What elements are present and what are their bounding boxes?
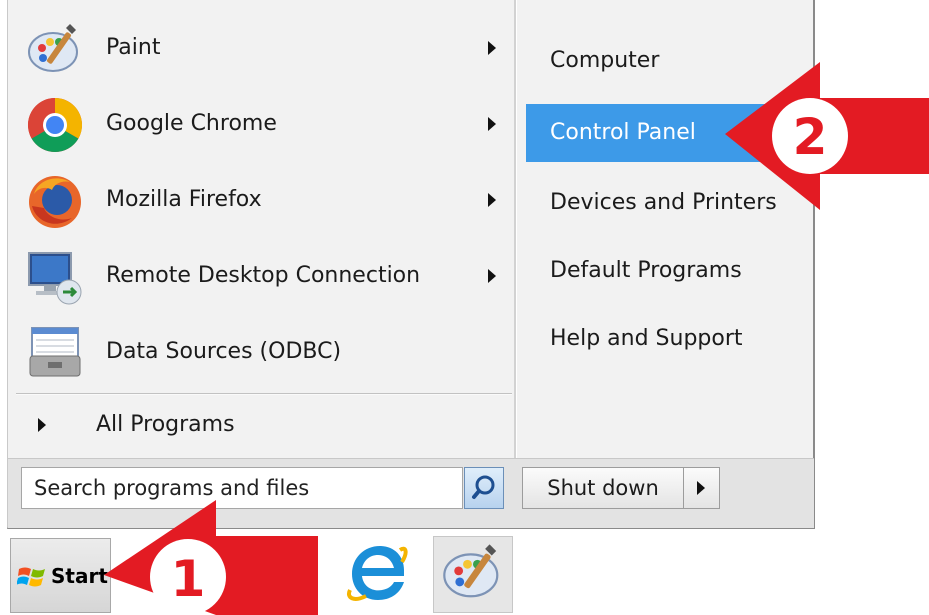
chevron-right-icon	[697, 481, 705, 495]
submenu-arrow-icon[interactable]	[488, 193, 496, 207]
program-label: Data Sources (ODBC)	[106, 339, 342, 364]
search-button[interactable]	[464, 467, 504, 509]
program-label: Mozilla Firefox	[106, 187, 262, 212]
divider	[16, 393, 512, 395]
program-item-paint[interactable]: Paint	[16, 12, 510, 84]
search-icon	[472, 475, 495, 499]
step-2-label: 2	[793, 108, 828, 166]
program-item-firefox[interactable]: Mozilla Firefox	[16, 164, 510, 236]
program-label: Remote Desktop Connection	[106, 263, 421, 288]
odbc-icon	[29, 327, 81, 377]
program-item-chrome[interactable]: Google Chrome	[16, 88, 510, 160]
shutdown-button[interactable]: Shut down	[522, 467, 684, 509]
remote-desktop-icon	[28, 252, 82, 305]
right-item-default-programs[interactable]: Default Programs	[526, 242, 800, 300]
start-button[interactable]: Start	[10, 538, 111, 613]
windows-logo-icon	[17, 567, 45, 587]
start-menu: Paint Google Chrome Mozilla Firefox Remo…	[7, 0, 815, 529]
expand-arrow-icon	[38, 418, 46, 432]
paint-icon	[28, 24, 78, 72]
shutdown-options-button[interactable]	[684, 467, 720, 509]
program-item-odbc[interactable]: Data Sources (ODBC)	[16, 316, 510, 388]
all-programs-label: All Programs	[96, 412, 235, 437]
submenu-arrow-icon[interactable]	[488, 41, 496, 55]
firefox-icon	[29, 176, 81, 228]
program-list: Paint Google Chrome Mozilla Firefox Remo…	[8, 0, 514, 456]
all-programs-button[interactable]: All Programs	[16, 402, 510, 448]
program-label: Paint	[106, 35, 161, 60]
submenu-arrow-icon[interactable]	[488, 269, 496, 283]
step-1-arrow-callout: 1	[104, 500, 318, 615]
step-1-label: 1	[171, 550, 206, 608]
program-label: Google Chrome	[106, 111, 277, 136]
start-label: Start	[51, 564, 108, 588]
right-item-help-and-support[interactable]: Help and Support	[526, 310, 800, 368]
chrome-icon	[27, 97, 83, 153]
program-item-remote-desktop[interactable]: Remote Desktop Connection	[16, 240, 510, 312]
step-2-arrow-callout: 2	[725, 62, 929, 210]
submenu-arrow-icon[interactable]	[488, 117, 496, 131]
internet-explorer-icon[interactable]	[344, 540, 408, 604]
paint-icon	[443, 544, 499, 598]
